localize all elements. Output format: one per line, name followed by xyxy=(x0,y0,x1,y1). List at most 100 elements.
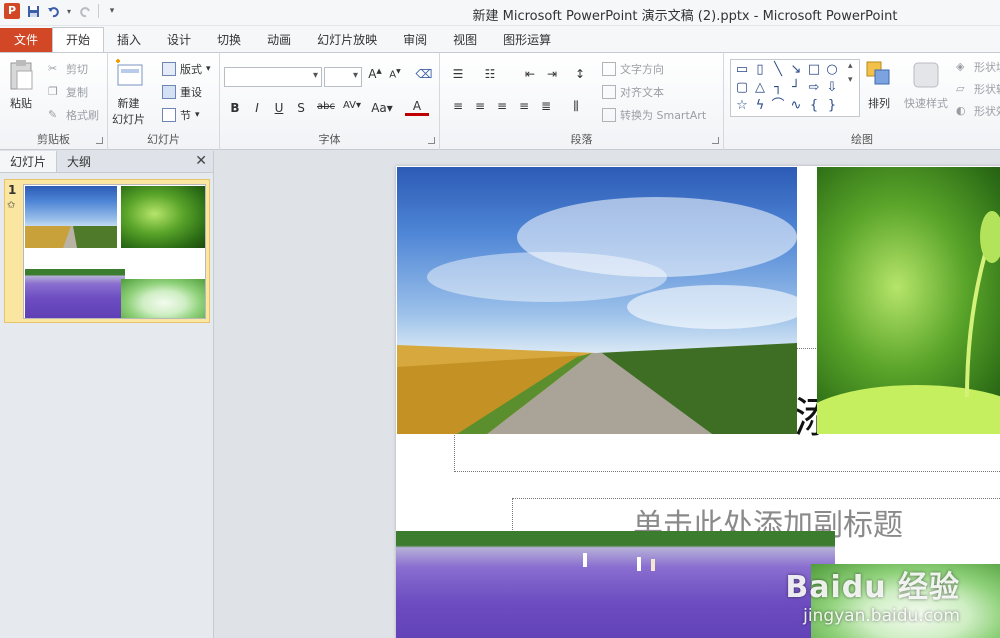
paste-button[interactable]: 粘贴 xyxy=(6,59,36,111)
clear-format-icon[interactable]: ⌫ xyxy=(415,67,433,81)
triangle-shape-icon[interactable]: △ xyxy=(751,79,769,97)
rounded-rectangle-shape-icon[interactable]: ▢ xyxy=(733,79,751,97)
slide-thumbnail-1[interactable]: 1 ✩ xyxy=(4,179,210,323)
underline-icon[interactable]: U xyxy=(270,101,288,115)
smartart-label: 转换为 SmartArt xyxy=(620,109,707,122)
font-family-combo[interactable] xyxy=(224,67,322,87)
columns-icon[interactable]: ⫼ xyxy=(566,99,586,114)
slide-canvas[interactable]: 添 单击此处添加副标题 Baidu 经验 jingyan.baidu.com xyxy=(396,166,1000,638)
tab-transitions[interactable]: 切换 xyxy=(204,28,254,52)
slide-number: 1 xyxy=(8,183,17,197)
sky-road-photo[interactable] xyxy=(397,167,797,434)
dialog-launcher-icon[interactable] xyxy=(712,137,719,144)
tab-shape-operations[interactable]: 图形运算 xyxy=(490,28,564,52)
section-button[interactable]: 节 ▾ xyxy=(162,107,200,123)
shape-outline-button[interactable]: ▱ 形状轮 xyxy=(956,81,1000,97)
slide-editor: 添 单击此处添加副标题 Baidu 经验 jingyan.baidu.com xyxy=(215,151,1000,638)
font-color-icon[interactable]: A xyxy=(405,99,429,116)
curve-shape-icon[interactable]: ∿ xyxy=(787,97,805,115)
rectangle-shape-icon[interactable]: □ xyxy=(805,61,823,79)
tab-insert[interactable]: 插入 xyxy=(104,28,154,52)
align-left-icon[interactable]: ≡ xyxy=(448,99,468,113)
strikethrough-icon[interactable]: abc xyxy=(314,101,338,112)
arrow-shape-icon[interactable]: ↘ xyxy=(787,61,805,79)
elbow-arrow-shape-icon[interactable]: ┘ xyxy=(787,79,805,97)
tab-file[interactable]: 文件 xyxy=(0,28,52,52)
lightning-shape-icon[interactable]: ϟ xyxy=(751,97,769,115)
font-size-combo[interactable] xyxy=(324,67,362,87)
thumb-leaves-photo xyxy=(121,279,205,318)
format-painter-button[interactable]: ✎ 格式刷 xyxy=(48,107,99,123)
bold-icon[interactable]: B xyxy=(226,101,244,115)
align-right-icon[interactable]: ≡ xyxy=(492,99,512,113)
right-brace-shape-icon[interactable]: } xyxy=(823,97,841,115)
tab-home[interactable]: 开始 xyxy=(52,27,105,52)
shape-outline-icon: ▱ xyxy=(956,82,965,95)
copy-label: 复制 xyxy=(66,86,88,99)
thumbnail-preview xyxy=(23,184,206,319)
arrange-button[interactable]: 排列 xyxy=(864,59,894,111)
tab-outline[interactable]: 大纲 xyxy=(57,151,101,172)
scroll-up-icon[interactable]: ▴ xyxy=(848,61,853,71)
align-center-icon[interactable]: ≡ xyxy=(470,99,490,113)
line-spacing-icon[interactable]: ↕ xyxy=(570,67,590,81)
reset-button[interactable]: 重设 xyxy=(162,84,202,100)
down-arrow-shape-icon[interactable]: ⇩ xyxy=(823,79,841,97)
shapes-scroll-button[interactable]: ▴ ▾ xyxy=(848,61,853,85)
cut-button[interactable]: ✂ 剪切 xyxy=(48,61,88,77)
layout-button[interactable]: 版式 ▾ xyxy=(162,61,211,77)
oval-shape-icon[interactable]: ○ xyxy=(823,61,841,79)
smartart-button[interactable]: 转换为 SmartArt xyxy=(602,107,706,123)
increase-indent-icon[interactable]: ⇥ xyxy=(542,67,562,81)
bullets-icon[interactable]: ☰ xyxy=(448,67,468,81)
numbering-icon[interactable]: ☷ xyxy=(480,67,500,81)
justify-icon[interactable]: ≡ xyxy=(514,99,534,113)
dialog-launcher-icon[interactable] xyxy=(428,137,435,144)
shape-outline-label: 形状轮 xyxy=(974,83,1000,96)
copy-button[interactable]: ❐ 复制 xyxy=(48,84,88,100)
shape-fill-button[interactable]: ◈ 形状填 xyxy=(956,59,1000,75)
right-arrow-shape-icon[interactable]: ⇨ xyxy=(805,79,823,97)
tab-view[interactable]: 视图 xyxy=(440,28,490,52)
elbow-connector-shape-icon[interactable]: ┐ xyxy=(769,79,787,97)
distribute-icon[interactable]: ≣ xyxy=(536,99,556,113)
tab-slides[interactable]: 幻灯片 xyxy=(0,151,58,172)
new-slide-label-1: 新建 xyxy=(117,97,140,110)
tab-review[interactable]: 审阅 xyxy=(390,28,440,52)
text-direction-button[interactable]: 文字方向 xyxy=(602,61,664,77)
textbox-shape-icon[interactable]: ▭ xyxy=(733,61,751,79)
align-text-button[interactable]: 对齐文本 xyxy=(602,84,664,100)
tab-design[interactable]: 设计 xyxy=(154,28,204,52)
green-sprout-photo[interactable] xyxy=(817,167,1000,434)
shrink-font-icon[interactable]: A▼ xyxy=(386,68,404,80)
close-icon[interactable]: ✕ xyxy=(195,153,207,169)
tab-animations[interactable]: 动画 xyxy=(254,28,304,52)
lavender-field-photo[interactable] xyxy=(396,531,835,638)
paragraph-group: ☰ ☷ ⇤ ⇥ ↕ ≡ ≡ ≡ ≡ ≣ ⫼ 文字方向 对齐文本 转换为 Smar… xyxy=(440,53,724,150)
layout-label: 版式 xyxy=(180,63,202,76)
tab-slideshow[interactable]: 幻灯片放映 xyxy=(304,28,390,52)
quick-styles-label: 快速样式 xyxy=(904,97,948,110)
star-shape-icon[interactable]: ☆ xyxy=(733,97,751,115)
italic-icon[interactable]: I xyxy=(248,101,266,115)
vertical-textbox-shape-icon[interactable]: ▯ xyxy=(751,61,769,79)
new-slide-button[interactable]: 新建 幻灯片 xyxy=(112,59,145,127)
grow-font-icon[interactable]: A▲ xyxy=(366,67,384,81)
window-title: 新建 Microsoft PowerPoint 演示文稿 (2).pptx - … xyxy=(472,9,898,24)
decrease-indent-icon[interactable]: ⇤ xyxy=(520,67,540,81)
shape-fill-label: 形状填 xyxy=(974,61,1000,74)
shapes-gallery[interactable]: ▭ ▯ ╲ ↘ □ ○ ▢ △ ┐ ┘ ⇨ ⇩ ☆ ϟ ⌒ ∿ { } xyxy=(730,59,860,117)
quick-styles-button[interactable]: 快速样式 xyxy=(904,59,948,111)
section-label: 节 xyxy=(180,109,191,122)
scroll-down-icon[interactable]: ▾ xyxy=(848,75,853,85)
shape-effects-button[interactable]: ◐ 形状效 xyxy=(956,103,1000,119)
new-slide-label-2: 幻灯片 xyxy=(112,113,145,126)
left-brace-shape-icon[interactable]: { xyxy=(805,97,823,115)
dialog-launcher-icon[interactable] xyxy=(96,137,103,144)
arc-shape-icon[interactable]: ⌒ xyxy=(769,97,787,115)
new-slide-icon xyxy=(115,59,142,86)
line-shape-icon[interactable]: ╲ xyxy=(769,61,787,79)
character-spacing-icon[interactable]: AV▾ xyxy=(340,100,364,111)
shadow-icon[interactable]: S xyxy=(292,101,310,115)
change-case-icon[interactable]: Aa▾ xyxy=(370,101,394,115)
